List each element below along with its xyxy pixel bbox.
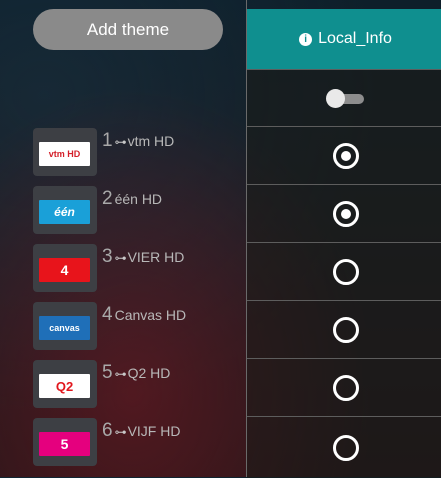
channel-logo-box: vtm HD <box>33 128 97 176</box>
channel-logo-box: canvas <box>33 302 97 350</box>
channel-name: één HD <box>114 191 163 207</box>
channel-name: VIJF HD <box>127 423 181 439</box>
channel-logo-box: 5 <box>33 418 97 466</box>
add-theme-button[interactable]: Add theme <box>33 9 223 50</box>
channel-row-1[interactable]: vtm HD 1 ⊶vtm HD <box>33 128 243 176</box>
radio-cell-2 <box>247 184 441 242</box>
channel-number: 3 <box>102 246 113 267</box>
channel-name: Canvas HD <box>114 307 187 323</box>
radio-checked-icon[interactable] <box>332 142 359 169</box>
channel-logo-box: 4 <box>33 244 97 292</box>
channel-row-6[interactable]: 5 6 ⊶VIJF HD <box>33 418 243 466</box>
key-icon: ⊶ <box>114 251 127 265</box>
channel-number: 5 <box>102 362 113 383</box>
theme-toggle[interactable] <box>325 89 366 108</box>
theme-header[interactable]: i Local_Info <box>247 9 441 69</box>
info-icon: i <box>299 32 313 46</box>
channel-number: 1 <box>102 130 113 151</box>
key-icon: ⊶ <box>114 425 127 439</box>
radio-cell-6 <box>247 416 441 478</box>
radio-cell-3 <box>247 242 441 300</box>
vtm-logo: vtm HD <box>39 142 90 166</box>
radio-unchecked-icon[interactable] <box>332 316 359 343</box>
vier-logo: 4 <box>39 258 90 282</box>
radio-cell-4 <box>247 300 441 358</box>
key-icon: ⊶ <box>114 135 127 149</box>
channel-logo-box: Q2 <box>33 360 97 408</box>
radio-cell-1 <box>247 126 441 184</box>
toggle-knob <box>325 89 345 108</box>
radio-unchecked-icon[interactable] <box>332 258 359 285</box>
channel-name: Q2 HD <box>127 365 171 381</box>
channel-number: 2 <box>102 188 113 209</box>
channel-number: 4 <box>102 304 113 325</box>
radio-cell-5 <box>247 358 441 416</box>
q2-logo: Q2 <box>39 374 90 398</box>
radio-checked-icon[interactable] <box>332 200 359 227</box>
channel-row-4[interactable]: canvas 4 Canvas HD <box>33 302 243 350</box>
radio-unchecked-icon[interactable] <box>332 374 359 401</box>
theme-title: Local_Info <box>318 30 392 47</box>
channel-row-3[interactable]: 4 3 ⊶VIER HD <box>33 244 243 292</box>
theme-column: i Local_Info <box>246 0 441 478</box>
vijf-logo: 5 <box>39 432 90 456</box>
channel-logo-box: één <box>33 186 97 234</box>
radio-unchecked-icon[interactable] <box>332 434 359 461</box>
een-logo: één <box>39 200 90 224</box>
channel-name: VIER HD <box>127 249 185 265</box>
channel-number: 6 <box>102 420 113 441</box>
key-icon: ⊶ <box>114 367 127 381</box>
channel-row-5[interactable]: Q2 5 ⊶Q2 HD <box>33 360 243 408</box>
canvas-logo: canvas <box>39 316 90 340</box>
theme-toggle-cell <box>247 69 441 126</box>
channel-name: vtm HD <box>127 133 175 149</box>
channel-row-2[interactable]: één 2 één HD <box>33 186 243 234</box>
